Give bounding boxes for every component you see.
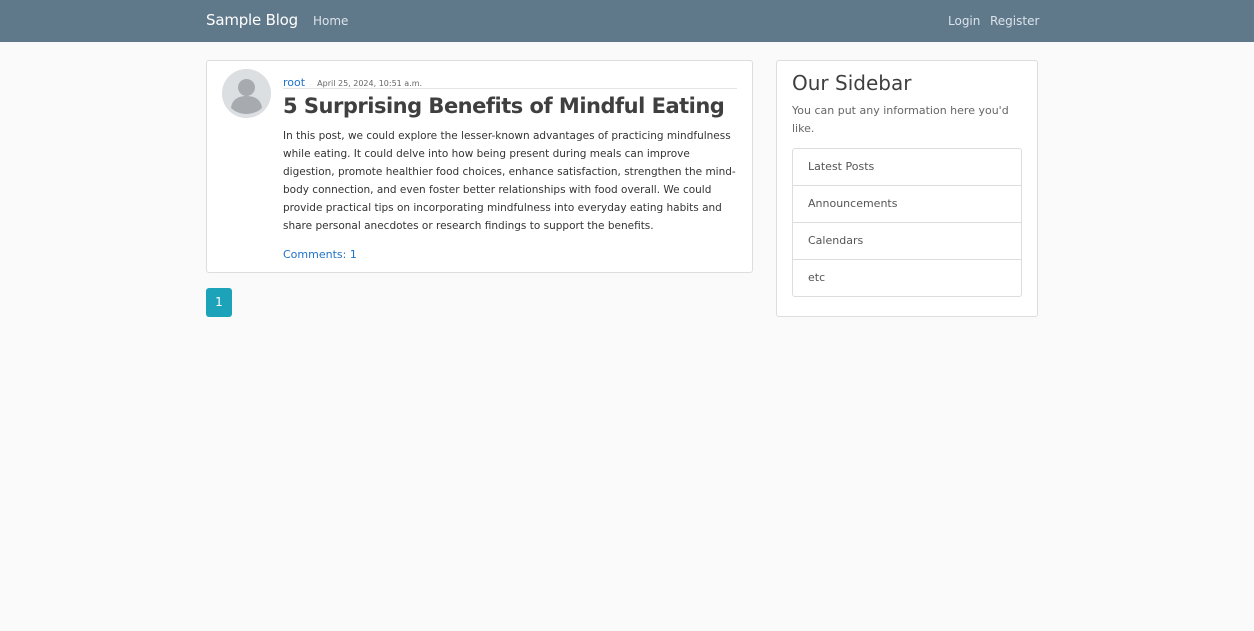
post-content: In this post, we could explore the lesse…: [283, 130, 736, 232]
sidebar-item-etc[interactable]: etc: [793, 259, 1021, 296]
sidebar-item-calendars[interactable]: Calendars: [793, 222, 1021, 259]
sidebar-item-latest-posts[interactable]: Latest Posts: [793, 149, 1021, 185]
post-comments-link[interactable]: Comments: 1: [283, 248, 357, 261]
top-navbar: Sample Blog Home Login Register: [0, 0, 1254, 42]
nav-home-link[interactable]: Home: [313, 14, 348, 28]
sidebar: Our Sidebar You can put any information …: [776, 60, 1038, 317]
post-card: root April 25, 2024, 10:51 a.m. 5 Surpri…: [206, 60, 753, 273]
nav-register-link[interactable]: Register: [990, 14, 1039, 28]
pagination-page-1[interactable]: 1: [206, 288, 232, 317]
sidebar-description: You can put any information here you'd l…: [792, 104, 1009, 135]
brand-link[interactable]: Sample Blog: [206, 11, 298, 29]
post-title[interactable]: 5 Surprising Benefits of Mindful Eating: [283, 91, 725, 121]
default-user-avatar-icon: [222, 69, 271, 118]
sidebar-title: Our Sidebar: [792, 71, 912, 95]
sidebar-item-announcements[interactable]: Announcements: [793, 185, 1021, 222]
post-meta: root April 25, 2024, 10:51 a.m.: [283, 71, 737, 89]
sidebar-list: Latest Posts Announcements Calendars etc: [792, 148, 1022, 297]
post-author-link[interactable]: root: [283, 76, 305, 89]
post-date: April 25, 2024, 10:51 a.m.: [317, 79, 423, 88]
avatar: [222, 69, 271, 118]
nav-login-link[interactable]: Login: [948, 14, 980, 28]
